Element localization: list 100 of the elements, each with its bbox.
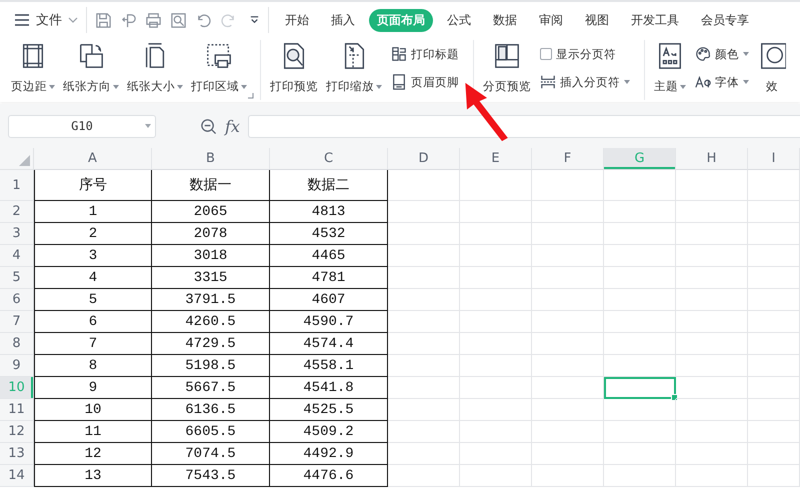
ribbon-tab[interactable]: 插入 <box>323 8 363 32</box>
ribbon-tab[interactable]: 视图 <box>577 8 617 32</box>
empty-cell[interactable] <box>748 421 800 443</box>
row-header[interactable]: 2 <box>0 201 34 223</box>
empty-cell[interactable] <box>460 333 532 355</box>
ribbon-button[interactable]: 插入分页符 <box>540 71 630 93</box>
empty-cell[interactable] <box>460 421 532 443</box>
ribbon-tab[interactable]: 开发工具 <box>623 8 687 32</box>
empty-cell[interactable] <box>460 377 532 399</box>
column-header[interactable]: I <box>748 148 800 170</box>
empty-cell[interactable] <box>388 355 460 377</box>
empty-cell[interactable] <box>676 267 748 289</box>
empty-cell[interactable] <box>532 289 604 311</box>
print-preview-icon[interactable] <box>170 12 187 28</box>
empty-cell[interactable] <box>676 443 748 465</box>
empty-cell[interactable] <box>676 201 748 223</box>
ribbon-button[interactable]: 页边距 <box>8 38 58 102</box>
empty-cell[interactable] <box>676 223 748 245</box>
empty-cell[interactable] <box>604 245 676 267</box>
empty-cell[interactable] <box>676 245 748 267</box>
ribbon-tab[interactable]: 会员专享 <box>693 8 757 32</box>
ribbon-tab[interactable]: 审阅 <box>531 8 571 32</box>
row-header[interactable]: 9 <box>0 355 34 377</box>
empty-cell[interactable] <box>460 245 532 267</box>
ribbon-button[interactable]: 颜色 <box>695 43 749 65</box>
empty-cell[interactable] <box>676 399 748 421</box>
column-header[interactable]: H <box>676 148 748 170</box>
empty-cell[interactable] <box>532 377 604 399</box>
row-header[interactable]: 11 <box>0 399 34 421</box>
empty-cell[interactable] <box>532 421 604 443</box>
row-header[interactable]: 6 <box>0 289 34 311</box>
empty-cell[interactable] <box>460 267 532 289</box>
empty-cell[interactable] <box>748 245 800 267</box>
empty-cell[interactable] <box>604 399 676 421</box>
empty-cell[interactable] <box>388 245 460 267</box>
ribbon-button[interactable]: 打印标题 <box>391 43 459 65</box>
empty-cell[interactable] <box>748 223 800 245</box>
ribbon-tab[interactable]: 数据 <box>485 8 525 32</box>
empty-cell[interactable] <box>748 267 800 289</box>
empty-cell[interactable] <box>388 267 460 289</box>
empty-cell[interactable] <box>676 465 748 487</box>
name-box[interactable]: G10 <box>8 114 156 138</box>
save-icon[interactable] <box>95 12 112 28</box>
empty-cell[interactable] <box>532 443 604 465</box>
empty-cell[interactable] <box>748 399 800 421</box>
empty-cell[interactable] <box>604 170 676 201</box>
redo-format-icon[interactable] <box>120 12 137 28</box>
empty-cell[interactable] <box>460 399 532 421</box>
ribbon-tab[interactable]: 开始 <box>277 8 317 32</box>
checkbox-option[interactable]: 显示分页符 <box>540 43 630 65</box>
empty-cell[interactable] <box>676 355 748 377</box>
empty-cell[interactable] <box>676 289 748 311</box>
formula-input[interactable] <box>248 114 800 138</box>
empty-cell[interactable] <box>388 377 460 399</box>
ribbon-button[interactable]: 分页预览 <box>480 38 534 102</box>
empty-cell[interactable] <box>604 465 676 487</box>
empty-cell[interactable] <box>388 201 460 223</box>
empty-cell[interactable] <box>676 421 748 443</box>
empty-cell[interactable] <box>532 333 604 355</box>
empty-cell[interactable] <box>388 399 460 421</box>
empty-cell[interactable] <box>388 443 460 465</box>
empty-cell[interactable] <box>676 311 748 333</box>
empty-cell[interactable] <box>388 421 460 443</box>
empty-cell[interactable] <box>604 421 676 443</box>
empty-cell[interactable] <box>748 355 800 377</box>
empty-cell[interactable] <box>532 399 604 421</box>
ribbon-button[interactable]: 字体 <box>695 71 749 93</box>
redo-icon[interactable] <box>220 12 237 28</box>
empty-cell[interactable] <box>460 223 532 245</box>
empty-cell[interactable] <box>388 289 460 311</box>
column-header[interactable]: E <box>460 148 532 170</box>
row-header[interactable]: 12 <box>0 421 34 443</box>
ribbon-button[interactable]: 纸张大小 <box>124 38 186 102</box>
empty-cell[interactable] <box>532 465 604 487</box>
row-header[interactable]: 4 <box>0 245 34 267</box>
empty-cell[interactable] <box>388 223 460 245</box>
row-header[interactable]: 7 <box>0 311 34 333</box>
empty-cell[interactable] <box>604 355 676 377</box>
row-header[interactable]: 3 <box>0 223 34 245</box>
empty-cell[interactable] <box>388 465 460 487</box>
column-header[interactable]: F <box>532 148 604 170</box>
empty-cell[interactable] <box>748 465 800 487</box>
empty-cell[interactable] <box>532 311 604 333</box>
empty-cell[interactable] <box>388 333 460 355</box>
ribbon-button[interactable]: 打印缩放 <box>323 38 385 102</box>
ribbon-button[interactable]: 效 <box>755 38 789 102</box>
print-icon[interactable] <box>145 12 162 28</box>
empty-cell[interactable] <box>676 170 748 201</box>
empty-cell[interactable] <box>748 333 800 355</box>
empty-cell[interactable] <box>604 311 676 333</box>
ribbon-button[interactable]: 打印预览 <box>267 38 321 102</box>
empty-cell[interactable] <box>460 201 532 223</box>
empty-cell[interactable] <box>604 289 676 311</box>
file-menu-button[interactable]: 文件 <box>14 7 78 33</box>
empty-cell[interactable] <box>532 201 604 223</box>
undo-icon[interactable] <box>195 12 212 28</box>
empty-cell[interactable] <box>388 170 460 201</box>
row-header[interactable]: 13 <box>0 443 34 465</box>
column-header[interactable]: C <box>270 148 388 170</box>
row-header[interactable]: 8 <box>0 333 34 355</box>
